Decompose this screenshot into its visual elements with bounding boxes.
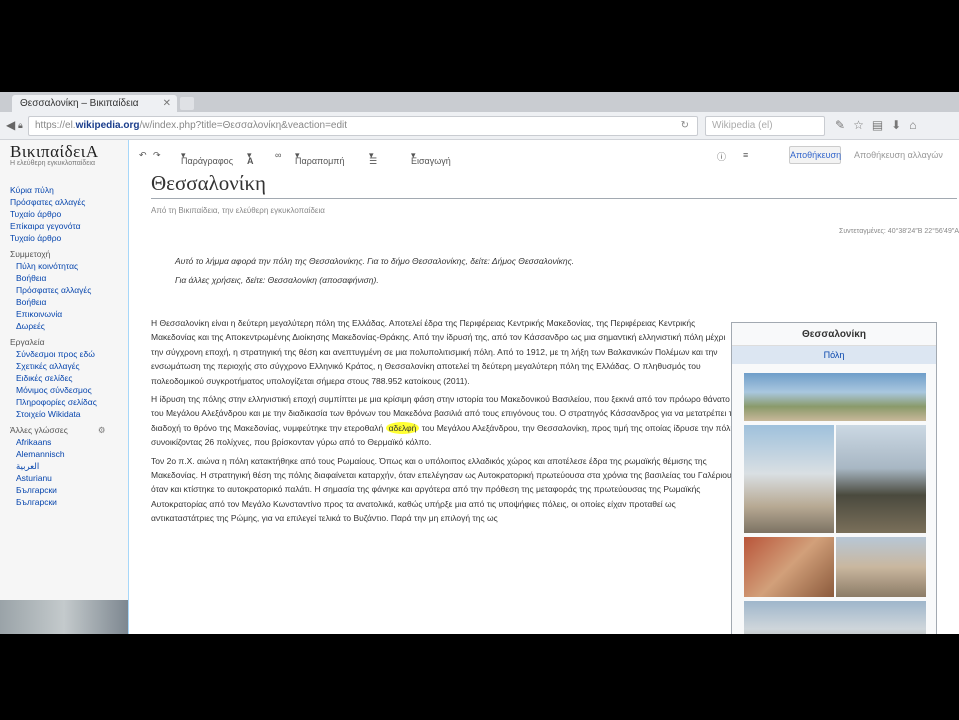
- wiki-logo-subtitle: Η ελεύθερη εγκυκλοπαίδεια: [10, 160, 95, 167]
- browser-window: Θεσσαλονίκη – Βικιπαίδεια ✕ ◀ 🔒︎ https:/…: [0, 92, 959, 634]
- sidebar: ΒικιπαίδειΑ Η ελεύθερη εγκυκλοπαίδεια Κύ…: [0, 140, 128, 634]
- undo-icon[interactable]: ↶: [139, 150, 147, 161]
- sidebar-lang[interactable]: Afrikaans: [10, 436, 128, 448]
- tab-title: Θεσσαλονίκη – Βικιπαίδεια: [20, 98, 139, 109]
- toolbar-icons: ✎☆▤⬇⌂: [835, 118, 924, 132]
- sidebar-lang[interactable]: العربية: [10, 460, 128, 472]
- infobox-image-square[interactable]: [744, 373, 926, 421]
- article-body[interactable]: Η Θεσσαλονίκη είναι η δεύτερη μεγαλύτερη…: [151, 316, 737, 530]
- sidebar-lang[interactable]: Alemannisch: [10, 448, 128, 460]
- sidebar-item-random-2[interactable]: Τυχαίο άρθρο: [10, 232, 128, 244]
- page-subtitle: Από τη Βικιπαίδεια, την ελεύθερη εγκυκλο…: [151, 206, 325, 215]
- text-cursor-highlight[interactable]: αδελφή: [385, 421, 420, 434]
- sidebar-item-help-2[interactable]: Βοήθεια: [10, 296, 128, 308]
- sidebar-heading-languages: Άλλες γλώσσες ⚙: [10, 424, 128, 436]
- infobox-title: Θεσσαλονίκη: [732, 323, 936, 346]
- infobox-image-church[interactable]: [836, 537, 926, 597]
- sidebar-item-main[interactable]: Κύρια πύλη: [10, 184, 128, 196]
- lock-icon: 🔒︎: [18, 120, 23, 130]
- sidebar-thumbnail-image: [0, 600, 128, 634]
- navigation-bar: ◀ 🔒︎ https://el.wikipedia.org/w/index.ph…: [0, 112, 959, 140]
- insert-dropdown[interactable]: Εισαγωγή ▾: [411, 150, 451, 166]
- infobox-image-harbour[interactable]: [744, 601, 926, 634]
- link-button[interactable]: ∞: [275, 150, 281, 160]
- sidebar-item-help[interactable]: Βοήθεια: [10, 272, 128, 284]
- url-domain: wikipedia.org: [75, 120, 140, 131]
- download-icon[interactable]: ⬇: [891, 118, 909, 132]
- sidebar-item-changes[interactable]: Πρόσφατες αλλαγές: [10, 284, 128, 296]
- sidebar-item-random[interactable]: Τυχαίο άρθρο: [10, 208, 128, 220]
- list-dropdown[interactable]: ☰ ▾: [369, 150, 377, 166]
- visual-editor-toolbar: ↶ ↷ Παράγραφος ▾ A ▾ ∞ Παραπομπή ▾ ☰ ▾ Ε…: [129, 144, 959, 168]
- list-icon: ☰: [369, 156, 378, 166]
- save-button[interactable]: Αποθήκευση: [789, 146, 841, 164]
- save-changes-link[interactable]: Αποθήκευση αλλαγών: [854, 150, 943, 160]
- coordinates: Συντεταγμένες: 40°38′24″Β 22°56′49″Α: [839, 228, 959, 235]
- back-icon[interactable]: ◀: [6, 118, 15, 132]
- text-style-dropdown[interactable]: A ▾: [247, 150, 254, 166]
- url-bar[interactable]: https://el.wikipedia.org/w/index.php?tit…: [28, 116, 698, 136]
- text-style-label: A: [247, 156, 254, 166]
- browser-tab[interactable]: Θεσσαλονίκη – Βικιπαίδεια ✕: [12, 95, 177, 112]
- url-path: /w/index.php?title=Θεσσαλονίκη&veaction=…: [139, 120, 348, 131]
- infobox-image-statue[interactable]: [836, 425, 926, 533]
- sidebar-heading-tools: Εργαλεία: [10, 337, 45, 347]
- infobox: Θεσσαλονίκη Πόλη: [731, 322, 937, 634]
- redo-icon[interactable]: ↷: [153, 150, 161, 161]
- menu-icon[interactable]: ≡: [743, 150, 748, 160]
- infobox-subtitle[interactable]: Πόλη: [732, 346, 936, 364]
- gear-icon[interactable]: ⚙: [98, 425, 106, 435]
- languages-heading-label: Άλλες γλώσσες: [10, 425, 68, 435]
- url-prefix: https://el.: [35, 120, 76, 131]
- reload-icon[interactable]: ↻: [681, 120, 689, 131]
- paragraph-label: Παράγραφος: [181, 156, 234, 166]
- tab-bar: Θεσσαλονίκη – Βικιπαίδεια ✕: [0, 92, 959, 112]
- paragraph-2[interactable]: Η ίδρυση της πόλης στην ελληνιστική εποχ…: [151, 392, 737, 450]
- hatnote-1[interactable]: Αυτό το λήμμα αφορά την πόλη της Θεσσαλο…: [175, 256, 574, 266]
- paragraph-dropdown[interactable]: Παράγραφος ▾: [181, 150, 233, 166]
- bookmark-star-icon[interactable]: ☆: [853, 118, 872, 132]
- hatnote-2[interactable]: Για άλλες χρήσεις, δείτε: Θεσσαλονίκη (α…: [175, 275, 379, 285]
- close-tab-icon[interactable]: ✕: [163, 98, 171, 109]
- insert-label: Εισαγωγή: [411, 156, 451, 166]
- cite-dropdown[interactable]: Παραπομπή ▾: [295, 150, 345, 166]
- search-input[interactable]: Wikipedia (el): [705, 116, 825, 136]
- sidebar-item-wikidata[interactable]: Στοιχείο Wikidata: [10, 408, 128, 420]
- sidebar-item-contact[interactable]: Επικοινωνία: [10, 308, 128, 320]
- content-area: ↶ ↷ Παράγραφος ▾ A ▾ ∞ Παραπομπή ▾ ☰ ▾ Ε…: [128, 140, 959, 634]
- sidebar-lang[interactable]: Български: [10, 484, 128, 496]
- paragraph-1[interactable]: Η Θεσσαλονίκη είναι η δεύτερη μεγαλύτερη…: [151, 316, 737, 388]
- sidebar-item-permalink[interactable]: Μόνιμος σύνδεσμος: [10, 384, 128, 396]
- sidebar-lang[interactable]: Asturianu: [10, 472, 128, 484]
- video-frame: Θεσσαλονίκη – Βικιπαίδεια ✕ ◀ 🔒︎ https:/…: [0, 0, 959, 720]
- sidebar-item-recent[interactable]: Πρόσφατες αλλαγές: [10, 196, 128, 208]
- library-icon[interactable]: ▤: [872, 118, 891, 132]
- cite-label: Παραπομπή: [295, 156, 345, 166]
- new-tab-button[interactable]: [180, 97, 194, 110]
- search-placeholder: Wikipedia (el): [712, 120, 773, 131]
- sidebar-item-whatlinkshere[interactable]: Σύνδεσμοι προς εδώ: [10, 348, 128, 360]
- reader-icon[interactable]: ✎: [835, 118, 853, 132]
- infobox-image-white-tower[interactable]: [744, 425, 834, 533]
- sidebar-item-related[interactable]: Σχετικές αλλαγές: [10, 360, 128, 372]
- sidebar-lang[interactable]: Български: [10, 496, 128, 508]
- page-title[interactable]: Θεσσαλονίκη: [151, 171, 957, 199]
- sidebar-heading-participation: Συμμετοχή: [10, 249, 51, 259]
- wiki-page: ΒικιπαίδειΑ Η ελεύθερη εγκυκλοπαίδεια Κύ…: [0, 140, 959, 634]
- wiki-logo[interactable]: ΒικιπαίδειΑ: [10, 143, 128, 160]
- sidebar-item-current-events[interactable]: Επίκαιρα γεγονότα: [10, 220, 128, 232]
- sidebar-item-pageinfo[interactable]: Πληροφορίες σελίδας: [10, 396, 128, 408]
- home-icon[interactable]: ⌂: [909, 118, 924, 132]
- sidebar-item-donate[interactable]: Δωρεές: [10, 320, 128, 332]
- infobox-image-rotunda[interactable]: [744, 537, 834, 597]
- help-icon[interactable]: ⓘ: [717, 150, 726, 163]
- paragraph-3[interactable]: Τον 2ο π.Χ. αιώνα η πόλη κατακτήθηκε από…: [151, 454, 737, 526]
- sidebar-item-community[interactable]: Πύλη κοινότητας: [10, 260, 128, 272]
- sidebar-item-special[interactable]: Ειδικές σελίδες: [10, 372, 128, 384]
